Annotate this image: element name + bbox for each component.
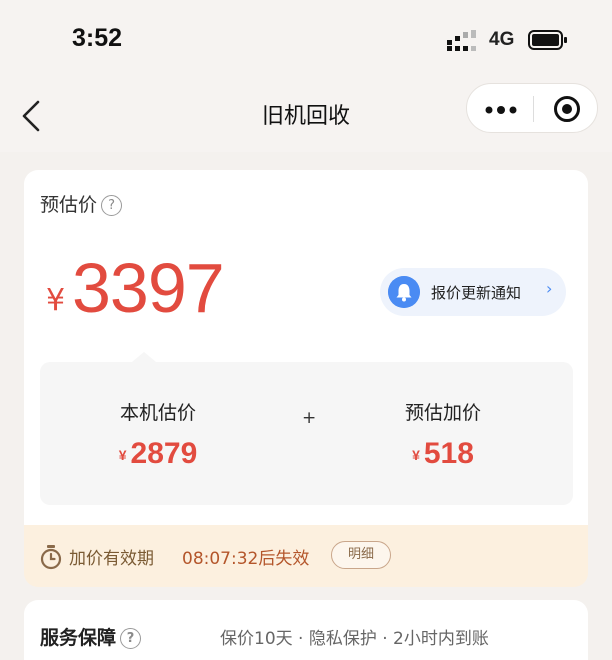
plus-sign: +: [302, 408, 317, 428]
estimated-price: 3397: [72, 249, 225, 327]
device-estimate: 本机估价 ¥2879: [68, 398, 248, 471]
estimate-label-row: 预估价?: [40, 190, 123, 217]
estimate-label: 预估价: [40, 194, 98, 216]
target-icon[interactable]: [553, 95, 581, 123]
bell-icon: [388, 276, 420, 308]
bonus-estimate-value-row: ¥518: [353, 437, 533, 471]
service-title: 服务保障: [40, 627, 117, 649]
device-estimate-value: 2879: [130, 437, 198, 470]
bonus-validity-bar: 加价有效期 08:07:32后失效 明细: [24, 525, 588, 587]
bonus-estimate-value: 518: [423, 437, 474, 470]
service-guarantee[interactable]: 服务保障? 保价10天 · 隐私保护 · 2小时内到账: [24, 600, 588, 660]
validity-countdown: 08:07:32后失效: [182, 549, 310, 569]
mini-program-capsule: [466, 83, 598, 133]
price-update-notify-button[interactable]: 报价更新通知 ›: [380, 268, 566, 316]
device-estimate-value-row: ¥2879: [68, 437, 248, 471]
device-currency: ¥: [118, 447, 127, 463]
estimate-card: 预估价? ¥ 3397 报价更新通知 › 本机估价 ¥2879 + 预估加价 ¥…: [24, 170, 588, 525]
timer-icon: [40, 545, 62, 570]
chevron-right-icon: ›: [546, 279, 553, 298]
service-description: 保价10天 · 隐私保护 · 2小时内到账: [220, 629, 489, 649]
detail-button[interactable]: 明细: [331, 541, 391, 569]
bonus-estimate-label: 预估加价: [404, 402, 481, 424]
help-icon[interactable]: ?: [101, 195, 123, 216]
device-estimate-label: 本机估价: [119, 402, 196, 424]
bonus-currency: ¥: [412, 447, 420, 463]
notify-label: 报价更新通知: [431, 284, 522, 302]
validity-label: 加价有效期: [69, 549, 154, 569]
status-bar: 3:52 4G: [0, 0, 612, 80]
signal-icon: [447, 30, 476, 51]
status-time: 3:52: [72, 24, 123, 52]
network-type: 4G: [489, 29, 515, 50]
price-breakdown: 本机估价 ¥2879 + 预估加价 ¥518: [40, 352, 573, 505]
price-currency: ¥: [46, 283, 66, 318]
help-icon[interactable]: ?: [120, 628, 142, 649]
breakdown-pointer: [132, 352, 156, 362]
battery-icon: [528, 30, 567, 50]
more-dots-icon[interactable]: [485, 106, 517, 114]
bonus-estimate: 预估加价 ¥518: [353, 398, 533, 471]
capsule-divider: [533, 96, 534, 122]
service-title-row: 服务保障?: [40, 623, 142, 650]
nav-bar: 旧机回收: [0, 80, 612, 152]
